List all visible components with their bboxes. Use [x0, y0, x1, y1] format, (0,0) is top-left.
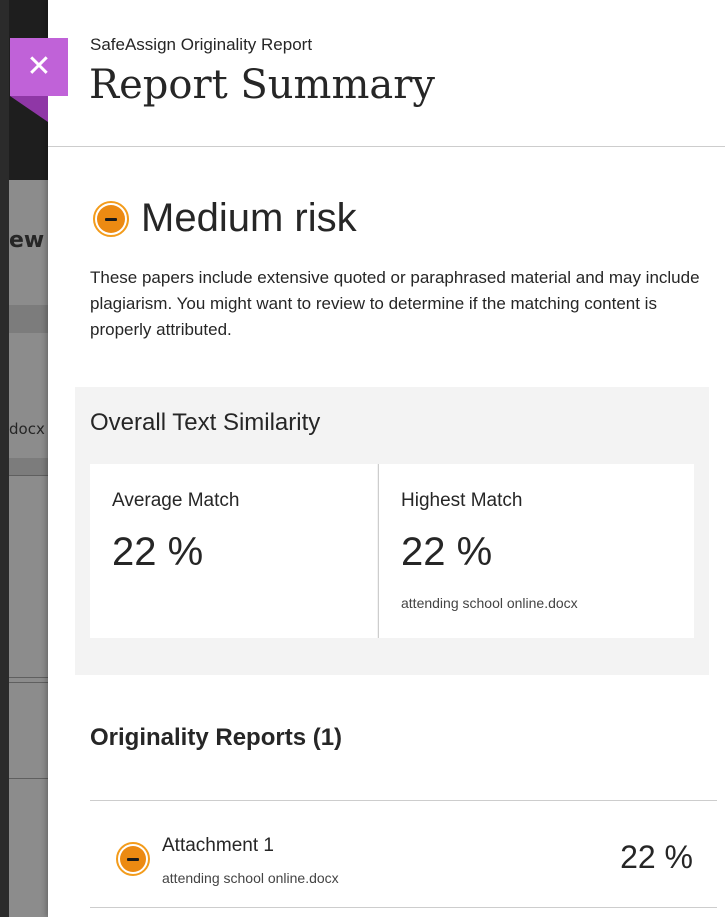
background-page: ew docx	[0, 0, 48, 917]
screen: ew docx ✕ SafeAssign Originality Report …	[0, 0, 725, 917]
background-row-band	[9, 458, 48, 475]
background-edge	[0, 0, 9, 917]
report-summary-panel: SafeAssign Originality Report Report Sum…	[48, 0, 725, 917]
background-divider	[9, 677, 48, 678]
average-match-label: Average Match	[112, 490, 240, 511]
similarity-title: Overall Text Similarity	[90, 409, 321, 436]
background-divider	[9, 778, 48, 779]
risk-level: Medium risk	[93, 196, 357, 241]
highest-match-box: Highest Match 22 % attending school onli…	[378, 464, 694, 638]
panel-header: SafeAssign Originality Report Report Sum…	[48, 0, 725, 147]
report-list-item[interactable]: Attachment 1 attending school online.doc…	[90, 801, 717, 908]
report-attachment-name: Attachment 1	[162, 835, 274, 856]
report-attachment-file: attending school online.docx	[162, 870, 339, 886]
originality-reports-heading: Originality Reports (1)	[90, 724, 343, 751]
risk-label: Medium risk	[141, 196, 357, 240]
background-filename-fragment[interactable]: docx	[9, 420, 48, 438]
background-divider	[9, 475, 48, 476]
overall-text-similarity-card: Overall Text Similarity Average Match 22…	[75, 387, 709, 675]
background-heading-fragment: ew	[9, 228, 45, 253]
close-button-tab-corner	[10, 96, 48, 122]
background-row-band	[9, 305, 48, 333]
highest-match-value: 22 %	[401, 530, 493, 574]
report-match-percent: 22 %	[620, 839, 693, 875]
medium-risk-icon	[93, 200, 129, 237]
panel-title: Report Summary	[89, 62, 435, 108]
highest-match-label: Highest Match	[401, 490, 523, 511]
panel-eyebrow: SafeAssign Originality Report	[90, 35, 313, 54]
average-match-box: Average Match 22 %	[90, 464, 377, 638]
background-divider	[9, 682, 48, 683]
highest-match-file: attending school online.docx	[401, 595, 578, 611]
medium-risk-icon	[116, 842, 150, 876]
close-icon: ✕	[26, 50, 52, 83]
average-match-value: 22 %	[112, 530, 204, 574]
risk-description: These papers include extensive quoted or…	[90, 268, 700, 339]
close-button[interactable]: ✕	[10, 38, 68, 96]
